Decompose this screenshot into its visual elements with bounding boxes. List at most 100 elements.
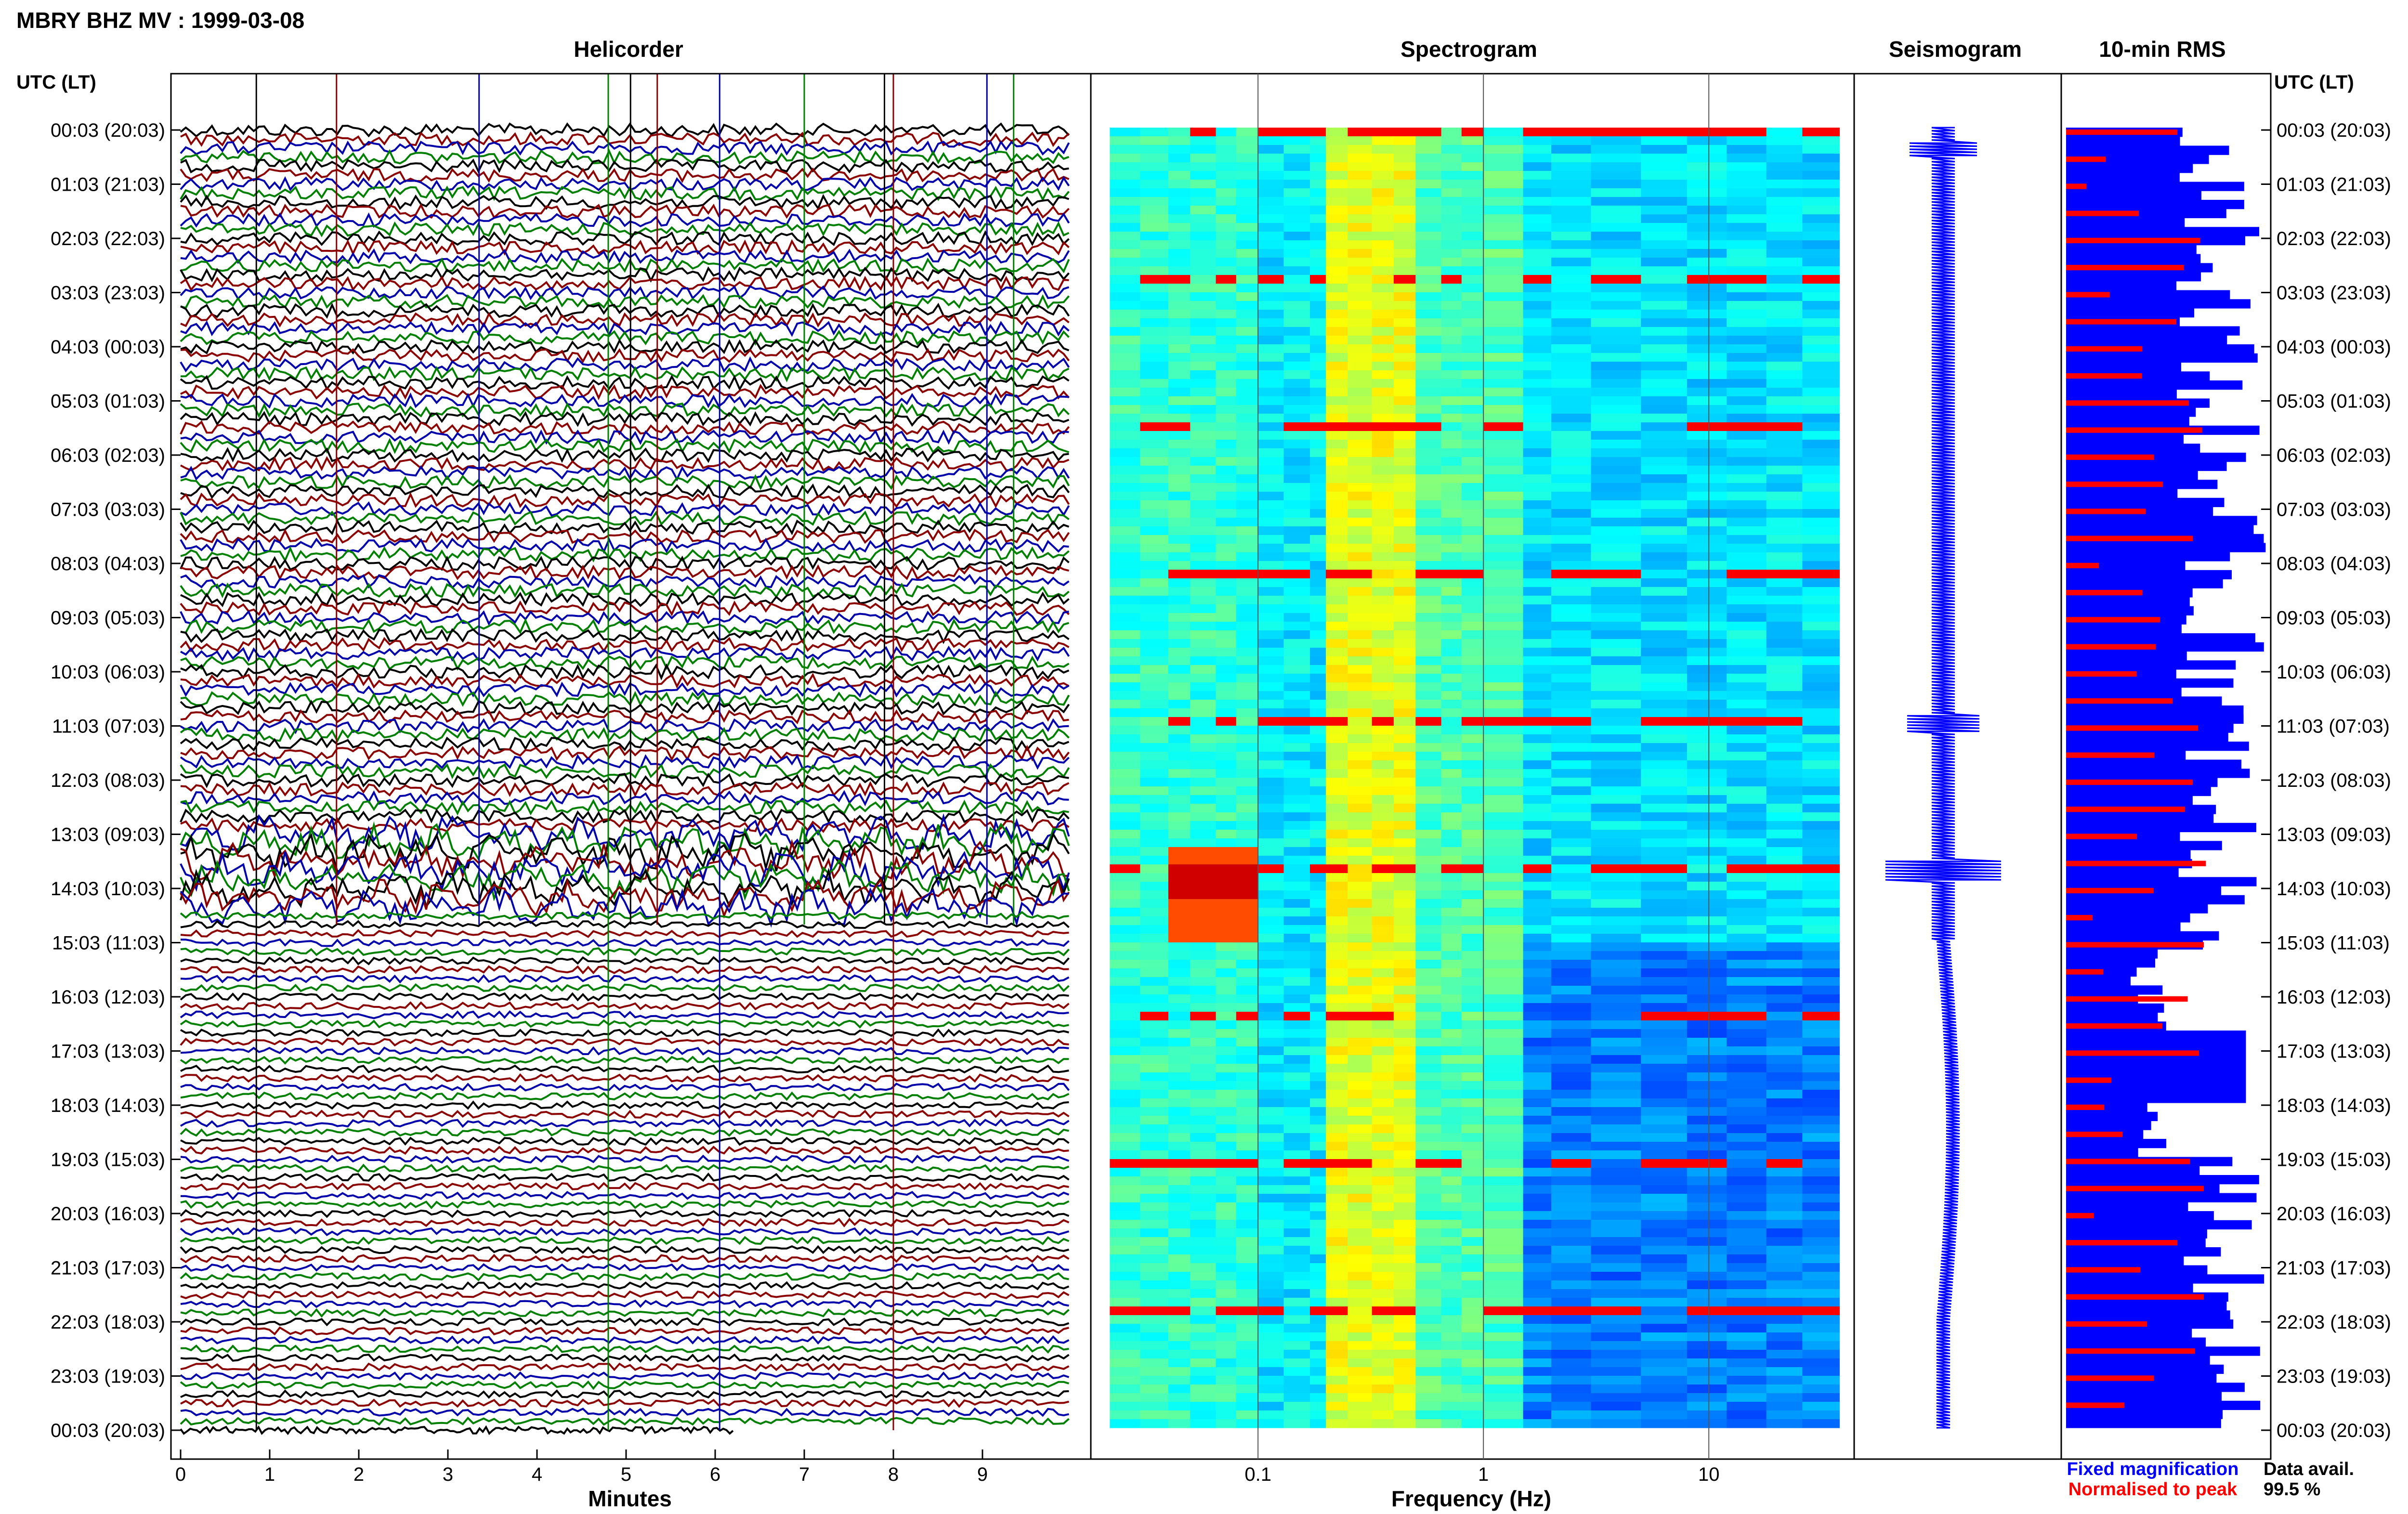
spectrogram-cell (1168, 622, 1191, 631)
spectrogram-cell (1802, 1237, 1840, 1246)
spectrogram-cell (1310, 136, 1326, 145)
spectrogram-cell (1551, 500, 1592, 509)
spectrogram-cell (1523, 561, 1552, 570)
spectrogram-cell (1687, 734, 1727, 744)
spectrogram-cell (1372, 951, 1394, 960)
spectrogram-cell (1591, 370, 1641, 379)
spectrogram-cell (1415, 379, 1442, 388)
spectrogram-cell (1258, 197, 1284, 206)
spectrogram-cell (1687, 1072, 1727, 1082)
spectrogram-cell (1372, 1124, 1394, 1134)
spectrogram-cell (1190, 318, 1217, 327)
spectrogram-cell (1591, 587, 1641, 596)
spectrogram-cell (1216, 1003, 1237, 1012)
spectrogram-cell (1766, 916, 1803, 926)
spectrogram-cell (1110, 162, 1140, 171)
spectrogram-cell (1326, 405, 1348, 414)
spectrogram-cell (1483, 483, 1524, 492)
spectrogram-cell (1415, 630, 1442, 640)
spectrogram-cell (1326, 318, 1348, 327)
spectrogram-cell (1641, 353, 1688, 362)
spectrogram-cell (1591, 327, 1641, 336)
spectrogram-cell (1551, 206, 1592, 215)
spectrogram-cell (1348, 760, 1373, 770)
spectrogram-cell (1415, 856, 1442, 865)
spectrogram-cell (1461, 916, 1484, 926)
rms-fixed-bar (2066, 525, 2254, 535)
spectrogram-cell (1441, 1168, 1462, 1177)
rms-normalised-bar (2066, 1132, 2123, 1137)
spectrogram-cell (1483, 1202, 1524, 1212)
spectrogram-cell (1727, 240, 1767, 249)
spectrogram-cell (1258, 544, 1284, 553)
spectrogram-cell (1393, 457, 1416, 466)
spectrogram-cell (1591, 197, 1641, 206)
spectrogram-cell (1326, 310, 1348, 319)
spectrogram-cell (1140, 223, 1169, 232)
spectrogram-cell (1766, 232, 1803, 241)
spectrogram-cell (1216, 804, 1237, 813)
spectrogram-cell (1348, 1419, 1373, 1428)
spectrogram-cell (1236, 1176, 1258, 1186)
rms-fixed-bar (2066, 1111, 2158, 1122)
spectrogram-cell (1523, 535, 1552, 544)
spectrogram-cell (1766, 760, 1803, 770)
spectrogram-cell (1591, 786, 1641, 796)
spectrogram-cell (1591, 1280, 1641, 1290)
spectrogram-cell (1591, 1332, 1641, 1342)
spectrogram-cell (1168, 994, 1191, 1004)
spectrogram-cell (1441, 1055, 1462, 1064)
spectrogram-cell (1110, 249, 1140, 258)
spectrogram-cell (1140, 656, 1169, 666)
spectrogram-cell (1236, 977, 1258, 986)
spectrogram-cell (1190, 145, 1217, 154)
rms-fixed-bar (2066, 145, 2229, 155)
spectrogram-cell (1483, 760, 1524, 770)
spectrogram-cell (1551, 1228, 1592, 1238)
spectrogram-cell (1483, 362, 1524, 371)
spectrogram-cell (1190, 778, 1217, 787)
spectrogram-cell (1348, 457, 1373, 466)
spectrogram-cell (1110, 240, 1140, 249)
spectrogram-cell (1415, 769, 1442, 778)
spectrogram-cell (1523, 1263, 1552, 1272)
spectrogram-cell (1110, 830, 1140, 839)
spectrogram-cell (1310, 206, 1326, 215)
spectrogram-cell (1348, 474, 1373, 483)
spectrogram-cell (1372, 1012, 1394, 1021)
rms-normalised-bar (2066, 671, 2137, 677)
spectrogram-cell (1441, 483, 1462, 492)
spectrogram-cell (1641, 622, 1688, 631)
spectrogram-cell (1766, 1029, 1803, 1038)
spectrogram-cell (1523, 440, 1552, 449)
spectrogram-cell (1441, 977, 1462, 986)
spectrogram-cell (1441, 1029, 1462, 1038)
spectrogram-cell (1483, 1410, 1524, 1420)
spectrogram-cell (1523, 760, 1552, 770)
spectrogram-cell (1766, 214, 1803, 223)
spectrogram-cell (1591, 960, 1641, 969)
spectrogram-cell (1310, 1350, 1326, 1359)
rms-normalised-bar (2066, 1023, 2162, 1029)
spectrogram-cell (1326, 708, 1348, 718)
spectrogram-cell (1641, 526, 1688, 535)
rms-fixed-bar (2066, 1039, 2246, 1049)
spectrogram-cell (1687, 1376, 1727, 1385)
spectrogram-cell (1441, 188, 1462, 197)
spectrogram-cell (1216, 994, 1237, 1004)
spectrogram-cell (1483, 440, 1524, 449)
spectrogram-cell (1461, 1029, 1484, 1038)
spectrogram-cell (1802, 249, 1840, 258)
spectrogram-cell (1348, 1202, 1373, 1212)
spectrogram-cell (1258, 838, 1284, 848)
spectrogram-cell (1591, 1116, 1641, 1125)
spectrogram-cell (1687, 1107, 1727, 1116)
spectrogram-cell (1283, 1133, 1310, 1142)
spectrogram-cell (1190, 890, 1217, 900)
spectrogram-cell (1110, 968, 1140, 978)
spectrogram-cell (1258, 682, 1284, 692)
spectrogram-cell (1140, 795, 1169, 804)
spectrogram-cell (1326, 136, 1348, 145)
spectrogram-cell (1591, 561, 1641, 570)
spectrogram-cell (1727, 431, 1767, 440)
